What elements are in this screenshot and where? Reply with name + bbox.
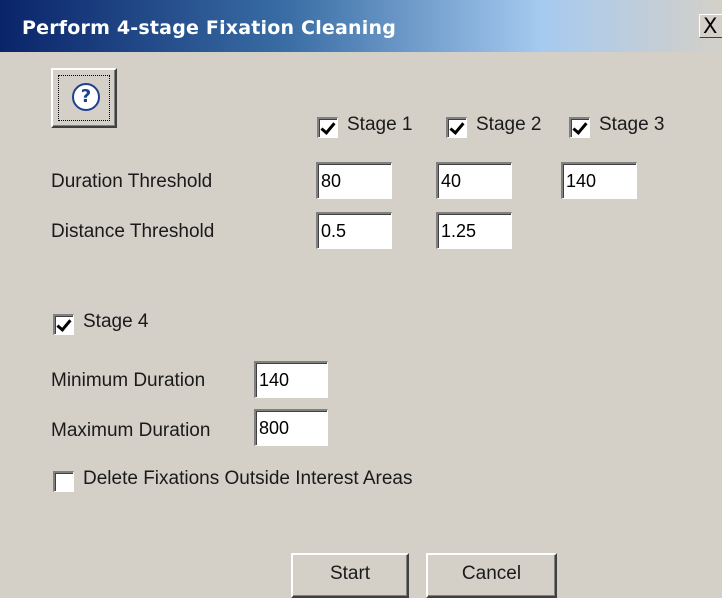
stage2-label: Stage 2 [476,114,542,135]
stage1-checkbox[interactable] [317,117,338,138]
stage2-distance-threshold-input[interactable]: 1.25 [436,212,512,249]
distance-threshold-label: Distance Threshold [51,221,215,242]
close-icon: X [703,14,718,38]
delete-outside-interest-areas-label: Delete Fixations Outside Interest Areas [83,468,413,489]
close-button[interactable]: X [699,14,722,38]
stage3-duration-threshold-input[interactable]: 140 [561,162,637,199]
minimum-duration-label: Minimum Duration [51,370,206,391]
stage2-duration-threshold-input[interactable]: 40 [436,162,512,199]
cancel-button[interactable]: Cancel [426,553,557,598]
question-mark-icon: ? [72,83,100,111]
fixation-cleaning-dialog: Perform 4-stage Fixation Cleaning X ? St… [0,0,722,598]
duration-threshold-label: Duration Threshold [51,171,213,192]
help-focus-rect: ? [58,75,110,121]
stage4-label: Stage 4 [83,311,149,332]
maximum-duration-input[interactable]: 800 [254,409,328,446]
help-button[interactable]: ? [51,68,117,128]
start-button[interactable]: Start [291,553,409,598]
stage3-checkbox[interactable] [569,117,590,138]
stage1-label: Stage 1 [347,114,413,135]
dialog-title: Perform 4-stage Fixation Cleaning [22,17,396,39]
title-bar: Perform 4-stage Fixation Cleaning X [0,0,722,52]
stage2-checkbox[interactable] [446,117,467,138]
stage4-checkbox[interactable] [53,314,74,335]
minimum-duration-input[interactable]: 140 [254,361,328,398]
delete-outside-interest-areas-checkbox[interactable] [53,471,74,492]
stage1-distance-threshold-input[interactable]: 0.5 [316,212,392,249]
maximum-duration-label: Maximum Duration [51,420,211,441]
stage1-duration-threshold-input[interactable]: 80 [316,162,392,199]
stage3-label: Stage 3 [599,114,665,135]
